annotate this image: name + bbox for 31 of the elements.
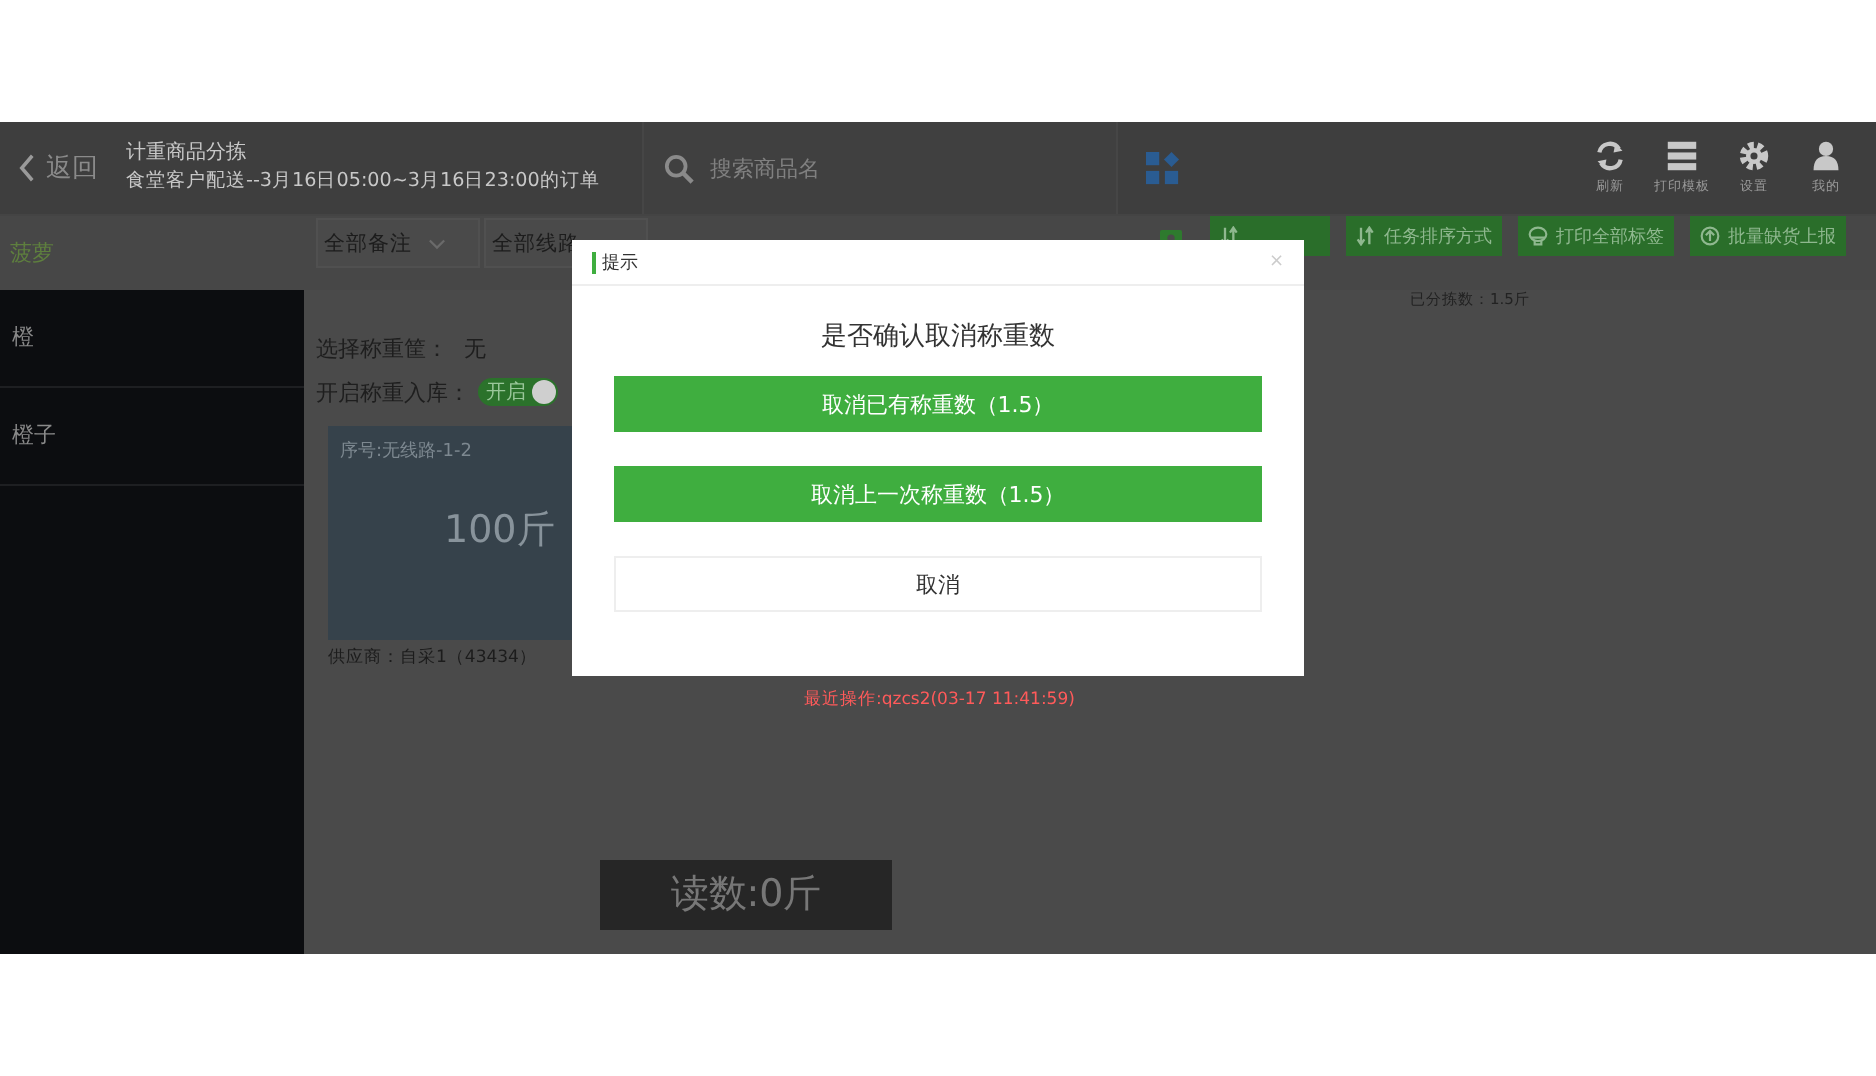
settings-icon: [1738, 140, 1770, 172]
upload-circle-icon: [1700, 226, 1720, 246]
serial-number: 序号:无线路-1-2: [340, 439, 474, 464]
search-icon: [664, 153, 694, 183]
user-icon: [1810, 140, 1842, 172]
dialog-button[interactable]: 取消已有称重数（1.5）: [614, 376, 1262, 432]
category-label: 菠萝: [8, 238, 56, 268]
dialog-button[interactable]: 取消上一次称重数（1.5）: [614, 466, 1262, 522]
back-button[interactable]: 返回: [0, 122, 114, 214]
weight-value: 100斤: [442, 506, 557, 556]
action-button[interactable]: 打印全部标签: [1518, 216, 1674, 256]
sort-arrows-icon: [1220, 226, 1240, 246]
close-button[interactable]: ×: [1268, 252, 1284, 272]
page-title: 计重商品分拣: [126, 140, 248, 168]
action-button[interactable]: 任务排序方式: [1346, 216, 1502, 256]
action-button[interactable]: 批量缺货上报: [1690, 216, 1846, 256]
printer-icon: [1528, 226, 1548, 246]
sort-arrows-icon: [1356, 226, 1376, 246]
dialog-message: 是否确认取消称重数: [819, 320, 1057, 354]
caret-down-icon: [428, 237, 446, 249]
sidebar-item[interactable]: 橙子: [0, 388, 304, 486]
sidebar-item[interactable]: 橙: [0, 290, 304, 388]
dialog-button[interactable]: 取消: [614, 556, 1262, 612]
chevron-left-icon: [18, 154, 36, 182]
scale-reading: 读数:0斤: [600, 860, 892, 930]
refresh-icon: [1594, 140, 1626, 172]
order-subtitle: 食堂客户配送--3月16日05:00~3月16日23:00的订单: [126, 168, 602, 196]
search-field[interactable]: 搜索商品名: [706, 151, 1094, 185]
server-stack-icon: [1666, 140, 1698, 172]
last-action-text: 最近操作:qzcs2(03-17 11:41:59): [804, 688, 1077, 712]
stock-toggle[interactable]: 开启: [478, 378, 558, 406]
